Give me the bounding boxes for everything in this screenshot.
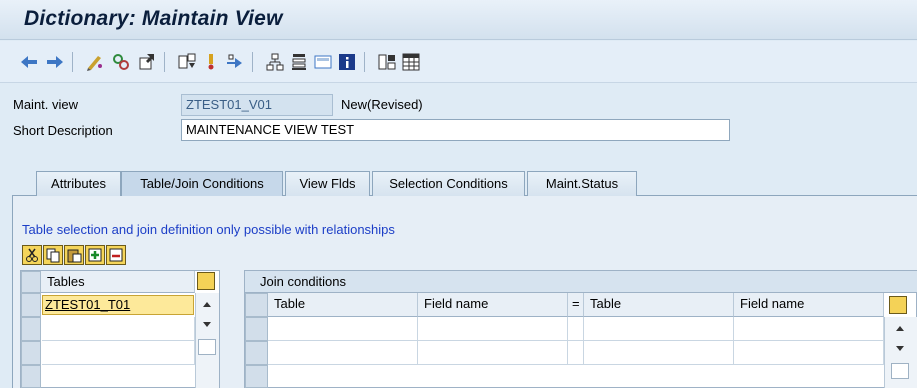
join-scrollbar[interactable]	[884, 317, 917, 388]
display-change-icon[interactable]	[84, 51, 106, 73]
join-cell[interactable]	[568, 341, 584, 365]
table-name-cell[interactable]	[42, 317, 195, 341]
tab-maint-status[interactable]: Maint.Status	[527, 171, 637, 196]
copy-icon[interactable]	[43, 245, 63, 265]
join-col-table[interactable]: Table	[268, 293, 418, 317]
scroll-up-icon[interactable]	[896, 326, 904, 331]
join-cell[interactable]	[418, 317, 568, 341]
grid-icon[interactable]	[400, 51, 422, 73]
join-cell[interactable]	[568, 317, 584, 341]
scroll-thumb[interactable]	[891, 363, 909, 379]
application-toolbar	[0, 41, 917, 83]
where-used-icon[interactable]	[176, 51, 198, 73]
join-cell[interactable]	[268, 341, 418, 365]
toolbar-separator	[252, 52, 253, 72]
short-description-label: Short Description	[13, 123, 113, 138]
row-selector[interactable]	[21, 293, 41, 317]
forward-arrow-icon[interactable]	[44, 51, 66, 73]
status-text: New(Revised)	[341, 97, 423, 112]
object-list-icon[interactable]	[288, 51, 310, 73]
row-selector[interactable]	[245, 317, 268, 341]
scroll-up-icon[interactable]	[203, 302, 211, 307]
other-object-icon[interactable]	[136, 51, 158, 73]
column-settings-icon[interactable]	[889, 296, 907, 314]
window-title: Dictionary: Maintain View	[24, 7, 283, 30]
tab-selection-conditions[interactable]: Selection Conditions	[372, 171, 525, 196]
technical-settings-icon[interactable]	[200, 51, 222, 73]
tab-view-flds[interactable]: View Flds	[285, 171, 370, 196]
toolbar-separator	[164, 52, 165, 72]
short-description-field[interactable]: MAINTENANCE VIEW TEST	[181, 119, 730, 141]
join-col-field-name-2[interactable]: Field name	[734, 293, 884, 317]
maint-view-field[interactable]: ZTEST01_V01	[181, 94, 333, 116]
screen-icon[interactable]	[312, 51, 334, 73]
hierarchy-icon[interactable]	[264, 51, 286, 73]
toolbar-separator	[364, 52, 365, 72]
navigate-icon[interactable]	[224, 51, 246, 73]
row-selector-header[interactable]	[245, 293, 268, 317]
join-conditions-title: Join conditions	[245, 271, 917, 293]
row-selector[interactable]	[245, 365, 268, 388]
join-cell[interactable]	[584, 341, 734, 365]
join-cell[interactable]	[584, 317, 734, 341]
paste-icon[interactable]	[64, 245, 84, 265]
join-col-field-name[interactable]: Field name	[418, 293, 568, 317]
scroll-down-icon[interactable]	[203, 322, 211, 327]
join-cell[interactable]	[734, 341, 884, 365]
tab-attributes[interactable]: Attributes	[36, 171, 121, 196]
join-cell[interactable]	[418, 341, 568, 365]
row-selector[interactable]	[21, 365, 41, 388]
table-name-cell[interactable]	[42, 341, 195, 365]
toolbar-separator	[72, 52, 73, 72]
scroll-thumb[interactable]	[198, 339, 216, 355]
info-icon[interactable]	[336, 51, 358, 73]
back-arrow-icon[interactable]	[18, 51, 40, 73]
scroll-down-icon[interactable]	[896, 346, 904, 351]
delete-row-icon[interactable]	[106, 245, 126, 265]
table-name-cell[interactable]: ZTEST01_T01	[42, 295, 194, 315]
join-cell[interactable]	[734, 317, 884, 341]
join-col-equals[interactable]: =	[568, 293, 584, 317]
row-selector[interactable]	[245, 341, 268, 365]
join-col-table-2[interactable]: Table	[584, 293, 734, 317]
tables-column-header[interactable]: Tables	[41, 271, 195, 293]
row-selector[interactable]	[21, 341, 41, 365]
row-selector[interactable]	[21, 317, 41, 341]
column-settings-icon[interactable]	[197, 272, 215, 290]
cut-icon[interactable]	[22, 245, 42, 265]
join-cell[interactable]	[268, 317, 418, 341]
insert-row-icon[interactable]	[85, 245, 105, 265]
activate-icon[interactable]	[110, 51, 132, 73]
maint-view-label: Maint. view	[13, 97, 79, 112]
table-structure-icon[interactable]	[376, 51, 398, 73]
title-bar: Dictionary: Maintain View	[0, 0, 917, 40]
tables-scrollbar[interactable]	[195, 293, 219, 388]
info-text: Table selection and join definition only…	[22, 222, 395, 237]
tab-table-join-conditions[interactable]: Table/Join Conditions	[121, 171, 283, 197]
row-selector-header[interactable]	[21, 271, 41, 293]
